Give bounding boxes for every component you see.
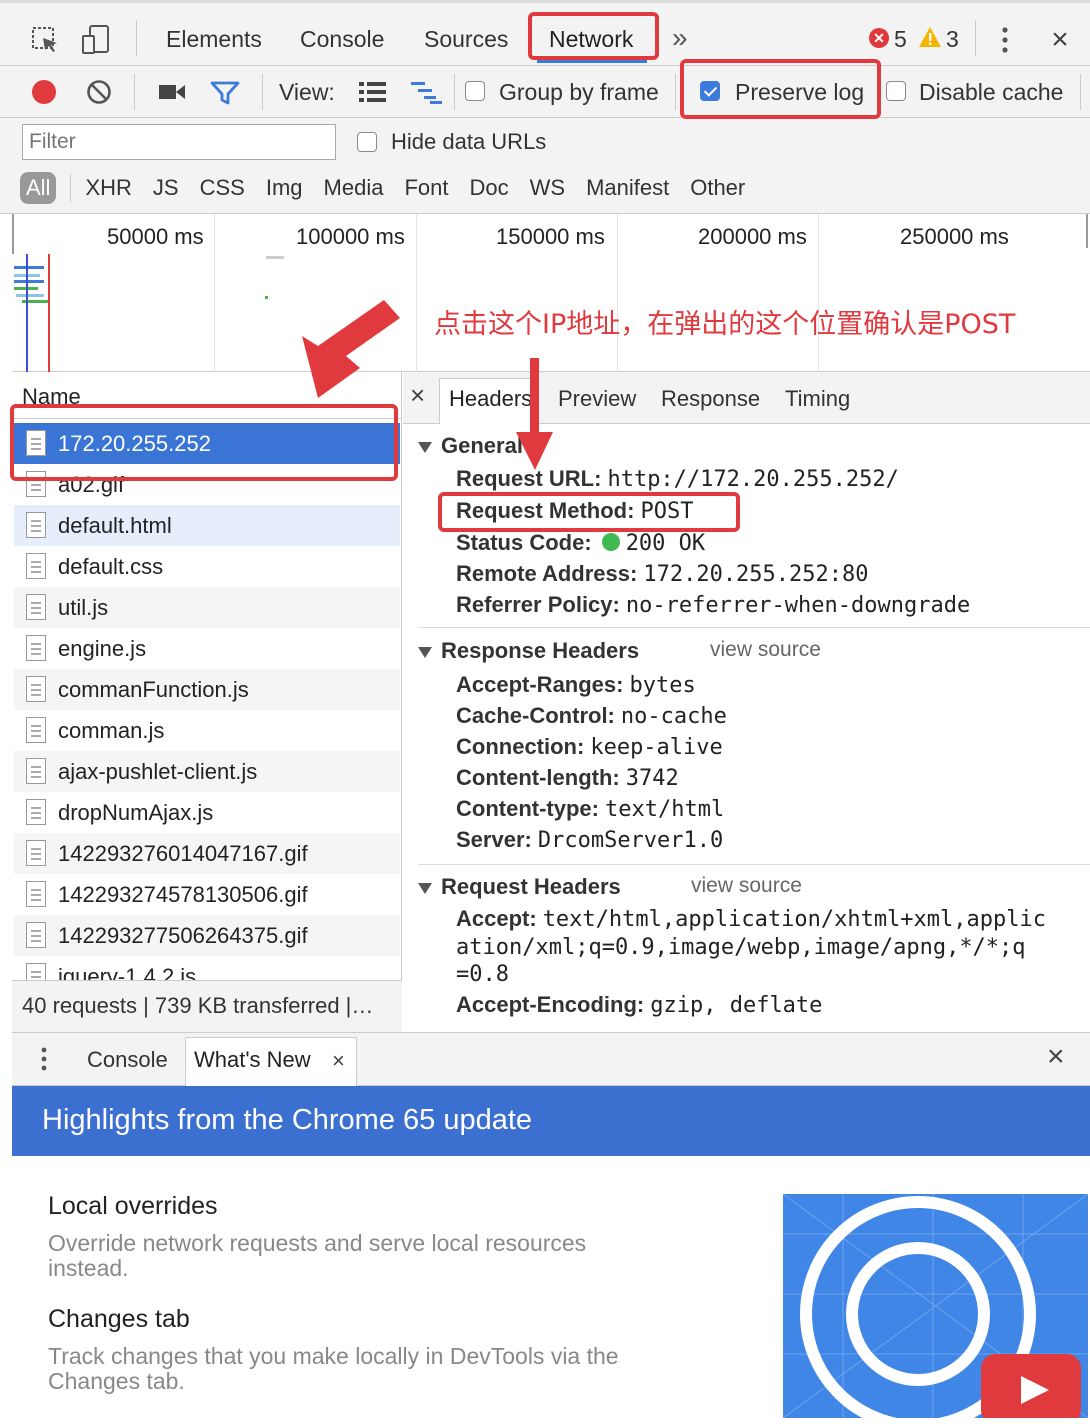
arrow-to-method-icon <box>530 358 539 434</box>
arrow-to-request-icon <box>302 300 400 398</box>
annotation-arrows <box>302 300 553 470</box>
